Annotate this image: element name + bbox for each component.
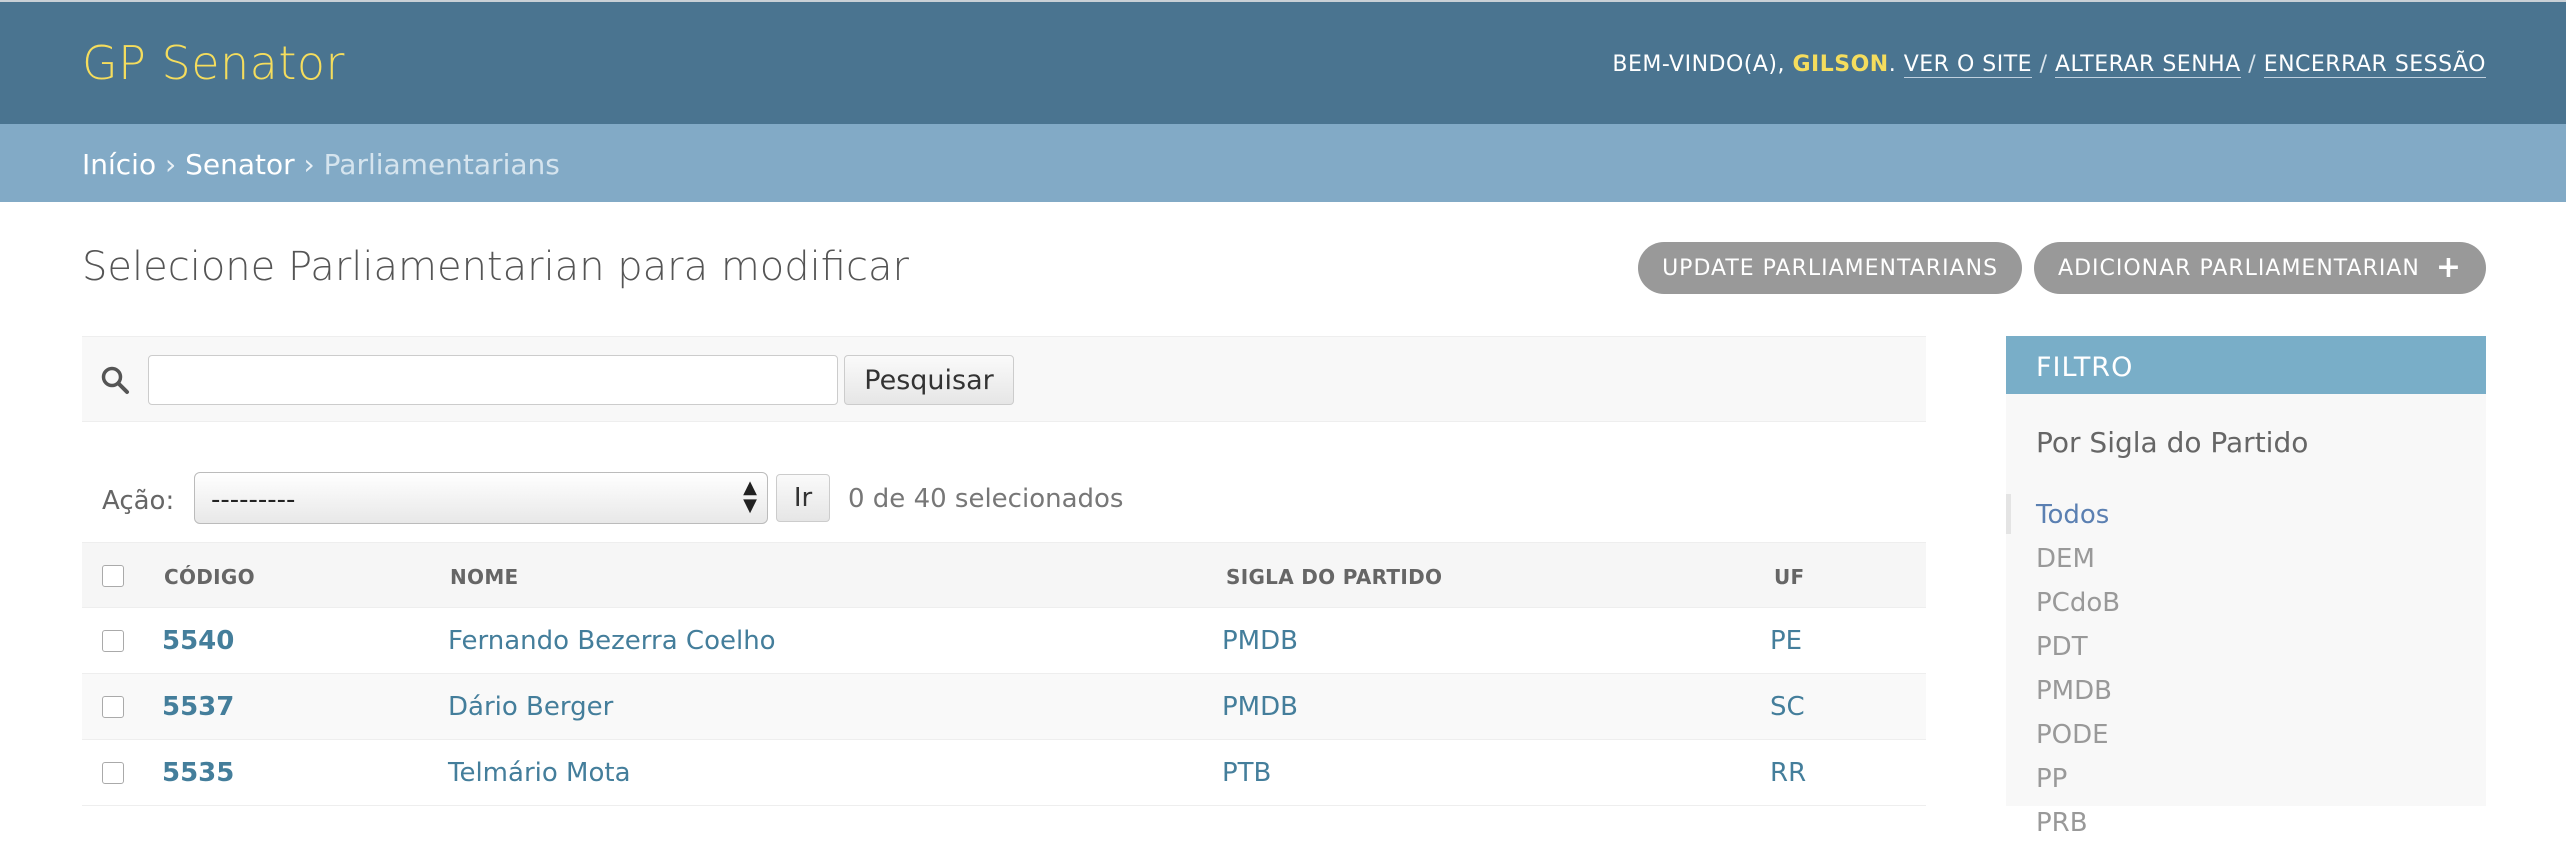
view-site-link[interactable]: VER O SITE (1903, 52, 2033, 78)
add-button-label: ADICIONAR PARLIAMENTARIAN (2058, 255, 2420, 281)
filter-item-pode[interactable]: PODE (2006, 714, 2486, 758)
page-title: Selecione Parliamentarian para modificar (82, 244, 909, 290)
plus-icon: + (2435, 250, 2462, 285)
filter-item-pcdob[interactable]: PCdoB (2006, 582, 2486, 626)
column-header-codigo[interactable]: CÓDIGO (164, 565, 255, 589)
object-tools: UPDATE PARLIAMENTARIANS ADICIONAR PARLIA… (1638, 242, 2486, 294)
cell-uf[interactable]: RR (1770, 758, 1806, 788)
cell-codigo[interactable]: 5537 (162, 692, 234, 722)
row-checkbox[interactable] (102, 762, 124, 784)
filter-item-todos[interactable]: Todos (2006, 494, 2486, 538)
results-table: CÓDIGO NOME SIGLA DO PARTIDO UF 5540 Fer… (82, 542, 1926, 806)
filter-subtitle: Por Sigla do Partido (2036, 426, 2309, 459)
select-arrows-icon: ▲ ▼ (743, 477, 757, 516)
table-row: 5540 Fernando Bezerra Coelho PMDB PE (82, 608, 1926, 674)
site-brand[interactable]: GP Senator (82, 36, 345, 90)
separator: / (2039, 52, 2048, 77)
cell-nome[interactable]: Fernando Bezerra Coelho (448, 626, 776, 656)
cell-codigo[interactable]: 5535 (162, 758, 234, 788)
logout-link[interactable]: ENCERRAR SESSÃO (2263, 52, 2486, 78)
search-bar: Pesquisar (82, 336, 1926, 422)
action-select[interactable]: --------- ▲ ▼ (194, 472, 768, 524)
update-parliamentarians-button[interactable]: UPDATE PARLIAMENTARIANS (1638, 242, 2023, 294)
go-button[interactable]: Ir (776, 474, 830, 522)
search-input[interactable] (148, 355, 838, 405)
actions-bar: Ação: --------- ▲ ▼ Ir 0 de 40 selecionad… (82, 470, 1926, 530)
breadcrumb: Início › Senator › Parliamentarians (0, 124, 2566, 202)
select-all-checkbox[interactable] (102, 565, 124, 587)
action-select-value: --------- (211, 485, 296, 515)
cell-codigo[interactable]: 5540 (162, 626, 234, 656)
username: GILSON (1792, 52, 1889, 77)
filter-item-dem[interactable]: DEM (2006, 538, 2486, 582)
cell-uf[interactable]: SC (1770, 692, 1805, 722)
filter-title: FILTRO (2006, 336, 2486, 394)
breadcrumb-home[interactable]: Início (82, 148, 156, 181)
table-row: 5537 Dário Berger PMDB SC (82, 674, 1926, 740)
table-row: 5535 Telmário Mota PTB RR (82, 740, 1926, 806)
site-header: GP Senator BEM-VINDO(A), GILSON. VER O S… (0, 0, 2566, 124)
cell-nome[interactable]: Dário Berger (448, 692, 613, 722)
cell-partido[interactable]: PTB (1222, 758, 1271, 788)
welcome-text: BEM-VINDO(A), (1612, 52, 1785, 77)
update-button-label: UPDATE PARLIAMENTARIANS (1662, 255, 1999, 281)
search-icon (101, 366, 129, 394)
row-checkbox[interactable] (102, 696, 124, 718)
filter-item-prb[interactable]: PRB (2006, 802, 2486, 846)
column-header-sigla[interactable]: SIGLA DO PARTIDO (1226, 565, 1442, 589)
filter-item-pp[interactable]: PP (2006, 758, 2486, 802)
filter-item-pdt[interactable]: PDT (2006, 626, 2486, 670)
table-header: CÓDIGO NOME SIGLA DO PARTIDO UF (82, 542, 1926, 608)
change-password-link[interactable]: ALTERAR SENHA (2055, 52, 2241, 78)
column-header-nome[interactable]: NOME (450, 565, 519, 589)
breadcrumb-separator: › (165, 148, 177, 181)
selection-counter: 0 de 40 selecionados (848, 484, 1124, 514)
user-tools: BEM-VINDO(A), GILSON. VER O SITE / ALTER… (1612, 52, 2486, 78)
filter-item-pmdb[interactable]: PMDB (2006, 670, 2486, 714)
row-checkbox[interactable] (102, 630, 124, 652)
search-button[interactable]: Pesquisar (844, 355, 1014, 405)
add-parliamentarian-button[interactable]: ADICIONAR PARLIAMENTARIAN + (2034, 242, 2486, 294)
action-label: Ação: (102, 486, 175, 516)
cell-uf[interactable]: PE (1770, 626, 1802, 656)
breadcrumb-separator: › (303, 148, 315, 181)
separator: / (2248, 52, 2257, 77)
cell-partido[interactable]: PMDB (1222, 692, 1298, 722)
filter-panel: FILTRO Por Sigla do Partido Todos DEM PC… (2006, 336, 2486, 838)
breadcrumb-app[interactable]: Senator (185, 148, 295, 181)
column-header-uf[interactable]: UF (1774, 565, 1805, 589)
cell-partido[interactable]: PMDB (1222, 626, 1298, 656)
cell-nome[interactable]: Telmário Mota (448, 758, 631, 788)
breadcrumb-current: Parliamentarians (323, 148, 560, 181)
